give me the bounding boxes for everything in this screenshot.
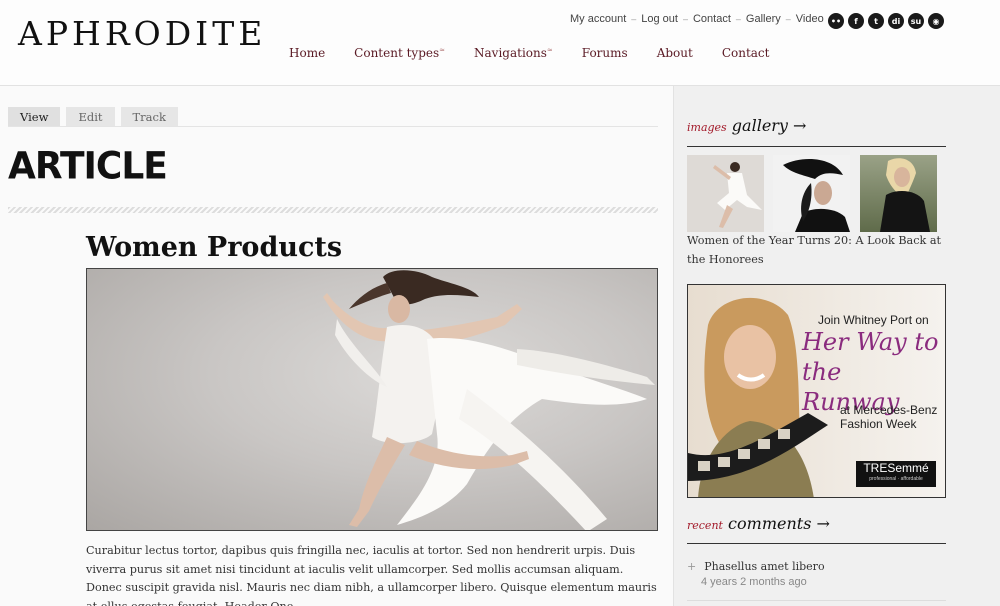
thumbnail-image xyxy=(713,162,762,228)
top-link-video[interactable]: Video xyxy=(796,13,824,25)
comments-divider xyxy=(687,543,946,544)
flickr-icon[interactable]: •• xyxy=(828,13,844,29)
dancer-illustration xyxy=(323,270,655,530)
article-image xyxy=(86,268,658,531)
top-link-my-account[interactable]: My account xyxy=(570,13,626,25)
list-item[interactable]: + Phasellus amet libero 4 years 2 months … xyxy=(687,560,946,588)
main-nav: Home Content types≈ Navigations≈ Forums … xyxy=(289,46,769,60)
top-link-log-out[interactable]: Log out xyxy=(641,13,678,25)
top-links: My account – Log out – Contact – Gallery – V… xyxy=(570,13,824,25)
comment-timestamp: 4 years 2 months ago xyxy=(701,576,807,588)
gallery-caption-link[interactable]: Women of the Year Turns 20: A Look Back … xyxy=(687,232,949,269)
rss-icon[interactable]: ◉ xyxy=(928,13,944,29)
nav-forums[interactable]: Forums xyxy=(582,46,628,60)
top-link-contact[interactable]: Contact xyxy=(693,13,731,25)
social-icons: •• f t di su ◉ xyxy=(828,13,944,29)
plus-icon: + xyxy=(687,560,697,573)
gallery-thumbnail[interactable] xyxy=(860,155,937,232)
site-header: APHRODITE My account – Log out – Contact – … xyxy=(0,0,1000,86)
nav-home[interactable]: Home xyxy=(289,46,325,60)
tab-view[interactable]: View xyxy=(8,107,61,126)
comments-block-title[interactable]: recent comments → xyxy=(687,514,830,533)
nav-navigations[interactable]: Navigations≈ xyxy=(474,46,553,60)
submenu-indicator-icon: ≈ xyxy=(546,46,553,54)
title-divider xyxy=(8,207,658,213)
list-divider xyxy=(687,600,946,601)
submenu-indicator-icon: ≈ xyxy=(439,46,446,54)
advertisement-banner[interactable]: Join Whitney Port on Her Way to the Runw… xyxy=(687,284,946,498)
article-title[interactable]: Women Products xyxy=(86,232,342,263)
nav-about[interactable]: About xyxy=(657,46,693,60)
ad-line-event: at Mercedes-Benz Fashion Week xyxy=(840,403,938,431)
nav-content-types[interactable]: Content types≈ xyxy=(354,46,445,60)
gallery-thumbnail[interactable] xyxy=(773,155,850,232)
comment-title[interactable]: Phasellus amet libero xyxy=(704,560,824,573)
digg-icon[interactable]: di xyxy=(888,13,904,29)
thumbnail-image xyxy=(783,159,850,232)
tab-edit[interactable]: Edit xyxy=(66,107,115,126)
gallery-thumbnail[interactable] xyxy=(687,155,764,232)
twitter-icon[interactable]: t xyxy=(868,13,884,29)
page-title: ARTICLE xyxy=(8,144,168,189)
tresemme-logo: TRESemmé professional · affordable xyxy=(856,461,936,487)
tab-track[interactable]: Track xyxy=(120,107,178,126)
ad-line-join: Join Whitney Port on xyxy=(818,313,929,327)
article-body: Curabitur lectus tortor, dapibus quis fr… xyxy=(86,544,657,606)
tabs-divider xyxy=(8,126,658,127)
stumbleupon-icon[interactable]: su xyxy=(908,13,924,29)
gallery-block-title[interactable]: images gallery → xyxy=(687,116,806,135)
top-link-gallery[interactable]: Gallery xyxy=(746,13,781,25)
gallery-divider xyxy=(687,146,946,147)
site-logo[interactable]: APHRODITE xyxy=(18,14,266,53)
nav-contact[interactable]: Contact xyxy=(722,46,770,60)
node-tabs: View Edit Track xyxy=(8,107,178,126)
facebook-icon[interactable]: f xyxy=(848,13,864,29)
thumbnail-image xyxy=(880,158,930,232)
